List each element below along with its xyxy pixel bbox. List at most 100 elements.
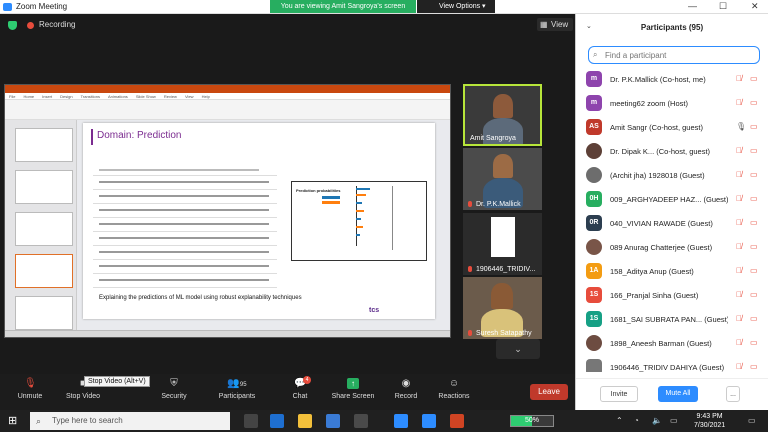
participants-button[interactable]: 👥95 Participants (214, 378, 260, 400)
wifi-icon[interactable]: ◔ (634, 416, 639, 425)
video-tile-name: 1906446_TRIDIV... (476, 266, 536, 273)
slide-title: Domain: Prediction (97, 130, 182, 141)
figure-label: Prediction probabilities (296, 188, 341, 193)
view-options-button[interactable]: View Options ▾ (417, 0, 495, 13)
participant-row[interactable]: 0H 009_ARGHYADEEP HAZ... (Guest) 🎙̸ ▭ (576, 188, 768, 212)
participant-row[interactable]: m Dr. P.K.Mallick (Co-host, me) 🎙̸ ▭ (576, 68, 768, 92)
shield-icon: ⛨ (170, 378, 178, 389)
muted-mic-icon: 🎙̸ (736, 290, 742, 299)
record-button[interactable]: ◉ Record (392, 378, 420, 400)
video-tile-mallick[interactable]: Dr. P.K.Mallick (463, 148, 542, 210)
slide-caption: Explaining the predictions of ML model u… (99, 295, 302, 301)
participant-row[interactable]: AS Amit Sangr (Co-host, guest) 🎙 ▭ (576, 116, 768, 140)
window-title: Zoom Meeting (16, 2, 68, 11)
participant-row[interactable]: 1906446_TRIDIV DAHIYA (Guest) 🎙̸ ▭ (576, 356, 768, 372)
camera-off-icon: ▭ (750, 98, 758, 107)
shared-screen[interactable]: File Home Insert Design Transitions Animation… (4, 84, 451, 338)
participant-photo-avatar (586, 143, 602, 159)
camera-off-icon: ▭ (750, 242, 758, 251)
participant-row[interactable]: m meeting62 zoom (Host) 🎙̸ ▭ (576, 92, 768, 116)
file-explorer-icon[interactable] (298, 414, 312, 428)
participant-avatar: 1S (586, 287, 602, 303)
zoom-app-icon[interactable] (394, 414, 408, 428)
participant-avatar (586, 359, 602, 372)
battery-indicator[interactable]: 50% (510, 415, 554, 427)
participant-name: 1681_SAI SUBRATA PAN... (Guest) (610, 315, 728, 324)
participant-row[interactable]: Dr. Dipak K... (Co-host, guest) 🎙̸ ▭ (576, 140, 768, 164)
invite-button[interactable]: Invite (600, 386, 638, 402)
meeting-toolbar: 🎙 Unmute ■ Stop Video Stop Video (Alt+V)… (0, 374, 575, 410)
record-label: Record (394, 393, 418, 400)
taskbar-clock[interactable]: 9:43 PM 7/30/2021 (694, 412, 725, 430)
video-tile-amit[interactable]: Amit Sangroya (463, 84, 542, 146)
participant-video (493, 94, 513, 118)
participant-row[interactable]: 1A 158_Aditya Anup (Guest) 🎙̸ ▭ (576, 260, 768, 284)
slide-thumbnail-selected (15, 254, 73, 288)
record-icon: ◉ (401, 378, 411, 389)
taskbar-search-box[interactable]: ⌕ Type here to search (30, 412, 230, 430)
share-screen-icon: ↑ (347, 378, 359, 389)
participant-row[interactable]: 1S 166_Pranjal Sinha (Guest) 🎙̸ ▭ (576, 284, 768, 308)
slide-thumbnails (5, 120, 77, 332)
mail-app-icon[interactable] (326, 414, 340, 428)
participant-row[interactable]: 1898_Aneesh Barman (Guest) 🎙̸ ▭ (576, 332, 768, 356)
edge-browser-icon[interactable] (270, 414, 284, 428)
view-layout-button[interactable]: ▦ View (537, 18, 573, 31)
windows-taskbar: ⊞ ⌕ Type here to search 50% ⌃ ◔ 🔈 ▭ 9:43… (0, 410, 768, 432)
taskbar-search-placeholder: Type here to search (52, 416, 123, 425)
camera-off-icon: ▭ (750, 290, 758, 299)
windows-start-icon[interactable]: ⊞ (8, 415, 20, 427)
security-label: Security (161, 393, 187, 400)
participant-search-input[interactable] (588, 46, 760, 64)
close-window-button[interactable]: ✕ (751, 1, 759, 12)
smiley-icon: ☺ (448, 378, 460, 389)
language-icon[interactable]: ▭ (670, 416, 678, 425)
notification-icon[interactable]: ▭ (748, 416, 756, 425)
participant-video (493, 154, 513, 178)
unmute-button[interactable]: 🎙 Unmute (12, 378, 48, 400)
muted-mic-icon (468, 266, 472, 272)
share-screen-label: Share Screen (331, 393, 375, 400)
camera-off-icon: ▭ (750, 314, 758, 323)
more-options-button[interactable]: ... (726, 386, 740, 402)
muted-mic-icon: 🎙̸ (736, 338, 742, 347)
chevron-down-icon: ⌄ (514, 344, 522, 354)
leave-button[interactable]: Leave (530, 384, 568, 400)
minimize-button[interactable]: — (688, 1, 697, 11)
participant-name: 158_Aditya Anup (Guest) (610, 267, 694, 276)
stop-video-tooltip: Stop Video (Alt+V) (84, 376, 150, 387)
task-view-icon[interactable] (244, 414, 258, 428)
reactions-button[interactable]: ☺ Reactions (436, 378, 472, 400)
viewing-banner: You are viewing Amit Sangroya's screen (270, 0, 416, 13)
tray-chevron-icon[interactable]: ⌃ (616, 416, 623, 425)
mute-all-button[interactable]: Mute All (658, 386, 698, 402)
participant-row[interactable]: 1S 1681_SAI SUBRATA PAN... (Guest) 🎙̸ ▭ (576, 308, 768, 332)
battery-label: 50% (524, 417, 539, 424)
prediction-probabilities-figure: Prediction probabilities (291, 181, 427, 261)
participant-list[interactable]: m Dr. P.K.Mallick (Co-host, me) 🎙̸ ▭ m meetin… (576, 68, 768, 372)
encryption-shield-icon[interactable] (8, 21, 17, 30)
store-app-icon[interactable] (354, 414, 368, 428)
participant-row[interactable]: 0R 040_VIVIAN RAWADE (Guest) 🎙̸ ▭ (576, 212, 768, 236)
muted-mic-icon: 🎙̸ (736, 218, 742, 227)
participant-row[interactable]: (Archit jha) 1928018 (Guest) 🎙̸ ▭ (576, 164, 768, 188)
participant-row[interactable]: 089 Anurag Chatterjee (Guest) 🎙̸ ▭ (576, 236, 768, 260)
video-tile-tridiv[interactable]: 1906446_TRIDIV... (463, 213, 542, 275)
zoom-meeting-taskbar-icon[interactable] (422, 414, 436, 428)
powerpoint-ribbon (5, 100, 450, 120)
unmute-label: Unmute (17, 393, 43, 400)
participant-avatar: 0H (586, 191, 602, 207)
video-tile-name: Dr. P.K.Mallick (476, 201, 521, 208)
participant-avatar: AS (586, 119, 602, 135)
maximize-button[interactable]: ☐ (719, 1, 727, 12)
powerpoint-taskbar-icon[interactable] (450, 414, 464, 428)
muted-mic-icon (468, 201, 472, 207)
share-screen-button[interactable]: ↑ Share Screen (330, 378, 376, 400)
security-button[interactable]: ⛨ Security (156, 378, 192, 400)
more-videos-button[interactable]: ⌄ (496, 339, 540, 359)
camera-on-icon: ▭ (750, 74, 758, 83)
video-tile-suresh[interactable]: Suresh Satapathy (463, 277, 542, 339)
volume-icon[interactable]: 🔈 (652, 416, 662, 425)
participant-photo-avatar (586, 335, 602, 351)
mic-icon: 🎙 (736, 122, 747, 131)
